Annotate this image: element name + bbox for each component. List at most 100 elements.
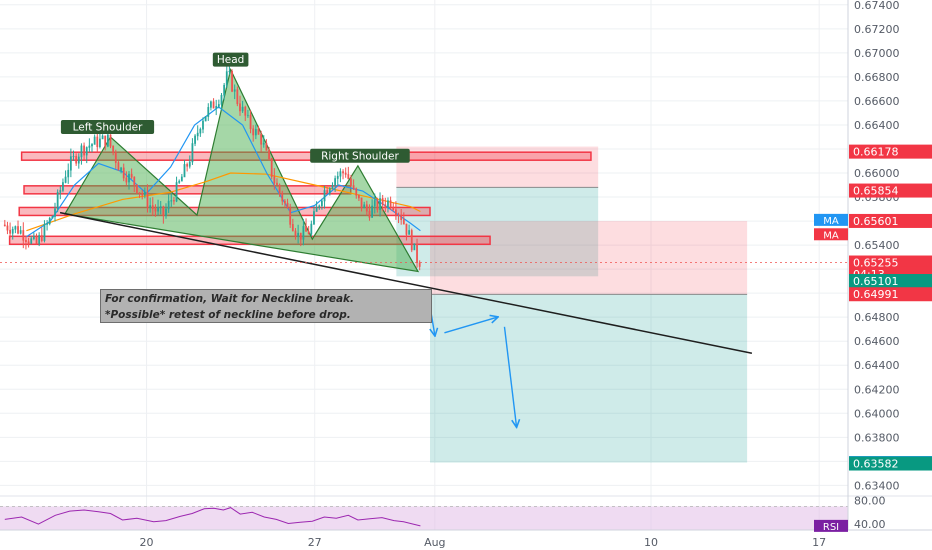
candle-body bbox=[247, 114, 249, 116]
price-label-9: 0.63582 bbox=[853, 458, 899, 471]
candle-body bbox=[328, 188, 331, 194]
candle-body bbox=[365, 204, 368, 212]
time-tick-label: 27 bbox=[308, 536, 322, 549]
candle-body bbox=[186, 164, 189, 167]
ma-label-1: MA bbox=[823, 216, 839, 227]
price-tick-label: 0.64000 bbox=[854, 407, 900, 420]
candle-body bbox=[151, 205, 154, 210]
candle-body bbox=[416, 243, 418, 264]
candle-body bbox=[307, 231, 310, 235]
candle-body bbox=[260, 134, 263, 145]
rsi-label: RSI bbox=[823, 522, 839, 533]
candle-body bbox=[212, 101, 215, 109]
candle-body bbox=[394, 209, 397, 216]
candle-body bbox=[83, 145, 85, 156]
candle-body bbox=[40, 235, 43, 242]
candle-body bbox=[392, 206, 395, 211]
candle-body bbox=[51, 216, 54, 219]
candle-body bbox=[183, 164, 186, 178]
candle-body bbox=[101, 135, 104, 140]
candle-body bbox=[146, 191, 149, 208]
price-tick-label: 0.67200 bbox=[854, 23, 900, 36]
candle-body bbox=[35, 236, 38, 244]
candle-body bbox=[270, 158, 273, 177]
candle-body bbox=[350, 178, 352, 186]
candle-body bbox=[239, 103, 241, 112]
candle-body bbox=[17, 226, 19, 234]
candle-body bbox=[410, 230, 413, 251]
candle-body bbox=[72, 155, 75, 157]
candle-body bbox=[318, 205, 321, 208]
candle-body bbox=[368, 210, 371, 218]
price-tick-label: 0.63400 bbox=[854, 479, 900, 492]
candle-body bbox=[62, 182, 64, 191]
candle-body bbox=[376, 200, 379, 210]
candle-body bbox=[159, 206, 162, 208]
candle-body bbox=[405, 223, 408, 235]
candle-body bbox=[120, 167, 122, 171]
candle-body bbox=[315, 207, 318, 212]
candle-body bbox=[273, 176, 276, 184]
candle-body bbox=[384, 204, 387, 208]
candle-body bbox=[133, 176, 136, 186]
candle-body bbox=[373, 200, 376, 207]
price-tick-label: 0.64800 bbox=[854, 311, 900, 324]
price-chart[interactable]: Left Shoulder Head Right Shoulder 0.67400 0.… bbox=[0, 0, 932, 550]
candle-body bbox=[30, 238, 33, 244]
candle-body bbox=[289, 207, 292, 225]
rsi-band bbox=[0, 506, 848, 530]
candle-body bbox=[254, 128, 257, 136]
candle-body bbox=[3, 224, 6, 227]
candle-body bbox=[223, 84, 226, 96]
candle-body bbox=[125, 177, 128, 183]
ma-label-2: MA bbox=[823, 230, 839, 241]
candle-body bbox=[225, 71, 228, 86]
chart-workspace: Left Shoulder Head Right Shoulder 0.67400 0.… bbox=[0, 0, 932, 550]
candle-body bbox=[167, 200, 170, 210]
candle-body bbox=[6, 225, 9, 231]
candle-body bbox=[217, 104, 220, 107]
candle-body bbox=[117, 162, 120, 171]
candle-body bbox=[162, 206, 165, 217]
price-tick-label: 0.66800 bbox=[854, 71, 900, 84]
time-tick-label: Aug bbox=[424, 536, 445, 549]
candle-body bbox=[397, 214, 400, 216]
candle-body bbox=[196, 132, 199, 137]
candle-body bbox=[400, 215, 403, 221]
candle-body bbox=[252, 128, 255, 136]
candle-body bbox=[281, 192, 284, 202]
candle-body bbox=[244, 106, 247, 116]
candle-body bbox=[331, 185, 334, 189]
annotation-box[interactable]: For confirmation, Wait for Neckline brea… bbox=[100, 289, 432, 323]
candle-body bbox=[112, 145, 115, 153]
candle-body bbox=[297, 232, 300, 237]
price-tick-label: 0.63800 bbox=[854, 431, 900, 444]
candle-body bbox=[339, 171, 342, 177]
candle-body bbox=[175, 182, 178, 202]
candle-body bbox=[202, 120, 204, 130]
price-label-6: 0.65101 bbox=[853, 275, 899, 288]
candle-body bbox=[141, 192, 144, 196]
candle-body bbox=[43, 224, 46, 242]
candle-body bbox=[165, 208, 167, 217]
price-tick-label: 0.66600 bbox=[854, 95, 900, 108]
candle-body bbox=[276, 182, 278, 186]
time-tick-label: 20 bbox=[140, 536, 154, 549]
candle-body bbox=[114, 152, 117, 163]
annotation-line-1: For confirmation, Wait for Neckline brea… bbox=[105, 293, 355, 305]
candle-body bbox=[389, 200, 392, 208]
candle-body bbox=[408, 230, 411, 235]
candle-body bbox=[136, 184, 138, 194]
candle-body bbox=[88, 145, 91, 148]
candle-body bbox=[236, 89, 239, 105]
price-label-3: 0.65601 bbox=[853, 215, 899, 228]
price-tick-label: 0.65400 bbox=[854, 239, 900, 252]
candle-body bbox=[199, 128, 202, 134]
candle-body bbox=[291, 224, 294, 232]
candle-body bbox=[109, 134, 112, 147]
candle-body bbox=[128, 173, 130, 183]
candle-body bbox=[11, 228, 14, 234]
candle-body bbox=[294, 230, 297, 237]
candle-body bbox=[80, 145, 83, 158]
candle-body bbox=[191, 143, 194, 163]
